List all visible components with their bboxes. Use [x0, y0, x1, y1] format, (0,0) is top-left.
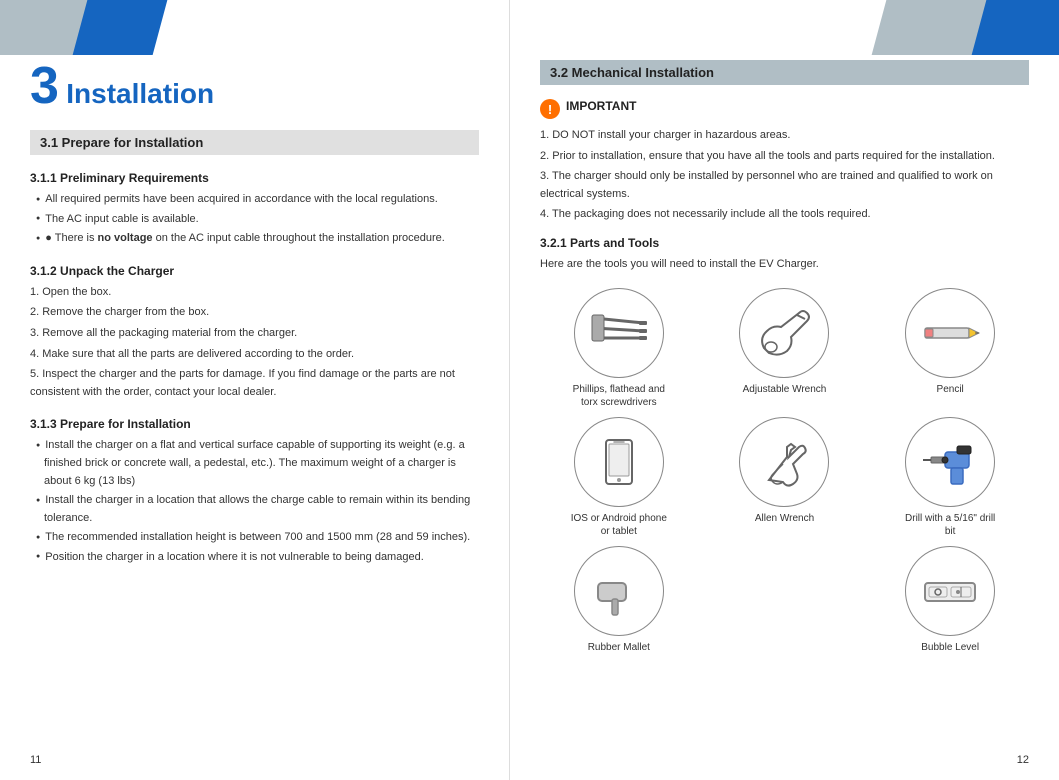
pencil-label: Pencil	[937, 383, 964, 396]
deco-top-left	[0, 0, 180, 55]
right-page: 3.2 Mechanical Installation ! IMPORTANT …	[510, 0, 1059, 780]
drill-icon	[915, 432, 985, 492]
phone-label: IOS or Android phoneor tablet	[571, 512, 667, 538]
tools-grid: Phillips, flathead andtorx screwdrivers …	[540, 288, 1029, 654]
important-item-3: 3. The charger should only be installed …	[540, 168, 1029, 203]
tool-pencil: Pencil	[871, 288, 1029, 409]
drill-label: Drill with a 5/16" drill bit	[900, 512, 1000, 538]
unpack-item-4: 4. Make sure that all the parts are deli…	[30, 346, 479, 364]
important-item-1: 1. DO NOT install your charger in hazard…	[540, 127, 1029, 145]
important-item-4: 4. The packaging does not necessarily in…	[540, 206, 1029, 224]
page-container: 3 Installation 3.1 Prepare for Installat…	[0, 0, 1059, 780]
page-number-left: 11	[30, 754, 41, 766]
rubber-mallet-label: Rubber Mallet	[588, 641, 650, 654]
deco-top-right	[859, 0, 1059, 55]
rubber-mallet-icon	[584, 561, 654, 621]
section-1-heading: 3.1 Prepare for Installation	[30, 130, 479, 155]
tool-rubber-mallet: Rubber Mallet	[540, 546, 698, 654]
tool-wrench: Allen Wrench	[706, 417, 864, 538]
tool-circle-rubber-mallet	[574, 546, 664, 636]
wrench-icon	[749, 432, 819, 492]
screwdrivers-label: Phillips, flathead andtorx screwdrivers	[573, 383, 665, 409]
pencil-icon	[915, 303, 985, 363]
install-bullet-4: Position the charger in a location where…	[30, 549, 479, 567]
important-label: IMPORTANT	[566, 99, 636, 113]
tool-circle-drill	[905, 417, 995, 507]
tool-circle-bubble-level	[905, 546, 995, 636]
subsection-1-2-heading: 3.1.2 Unpack the Charger	[30, 264, 479, 278]
install-bullet-1: Install the charger on a flat and vertic…	[30, 437, 479, 490]
chapter-heading: 3 Installation	[30, 60, 479, 112]
unpack-item-5: 5. Inspect the charger and the parts for…	[30, 366, 479, 401]
subsection-2-1-heading: 3.2.1 Parts and Tools	[540, 236, 1029, 250]
bullet-1-1-1: All required permits have been acquired …	[30, 191, 479, 209]
screwdrivers-icon	[584, 303, 654, 363]
tool-screwdrivers: Phillips, flathead andtorx screwdrivers	[540, 288, 698, 409]
section-2-heading: 3.2 Mechanical Installation	[540, 60, 1029, 85]
tool-bubble-level: Bubble Level	[871, 546, 1029, 654]
install-bullet-2: Install the charger in a location that a…	[30, 492, 479, 527]
left-page: 3 Installation 3.1 Prepare for Installat…	[0, 0, 510, 780]
tool-circle-phone	[574, 417, 664, 507]
unpack-item-2: 2. Remove the charger from the box.	[30, 304, 479, 322]
adjustable-wrench-icon	[749, 303, 819, 363]
important-item-2: 2. Prior to installation, ensure that yo…	[540, 148, 1029, 166]
tool-circle-adjustable-wrench	[739, 288, 829, 378]
phone-icon	[584, 432, 654, 492]
subsection-1-3-heading: 3.1.3 Prepare for Installation	[30, 417, 479, 431]
wrench-label: Allen Wrench	[755, 512, 814, 525]
bubble-level-label: Bubble Level	[921, 641, 979, 654]
tools-intro: Here are the tools you will need to inst…	[540, 256, 1029, 274]
bullet-1-1-2: The AC input cable is available.	[30, 211, 479, 229]
subsection-1-1-heading: 3.1.1 Preliminary Requirements	[30, 171, 479, 185]
adjustable-wrench-label: Adjustable Wrench	[743, 383, 827, 396]
bullet-1-1-3: ● There is no voltage on the AC input ca…	[30, 230, 479, 248]
chapter-title: Installation	[66, 78, 214, 109]
tool-circle-pencil	[905, 288, 995, 378]
bubble-level-icon	[915, 561, 985, 621]
tool-phone: IOS or Android phoneor tablet	[540, 417, 698, 538]
install-bullet-3: The recommended installation height is b…	[30, 529, 479, 547]
important-box: ! IMPORTANT	[540, 99, 1029, 119]
tool-drill: Drill with a 5/16" drill bit	[871, 417, 1029, 538]
page-number-right: 12	[1017, 754, 1029, 766]
unpack-item-3: 3. Remove all the packaging material fro…	[30, 325, 479, 343]
unpack-item-1: 1. Open the box.	[30, 284, 479, 302]
tool-circle-screwdrivers	[574, 288, 664, 378]
important-icon: !	[540, 99, 560, 119]
tool-circle-wrench	[739, 417, 829, 507]
tool-adjustable-wrench: Adjustable Wrench	[706, 288, 864, 409]
chapter-number: 3	[30, 57, 59, 115]
